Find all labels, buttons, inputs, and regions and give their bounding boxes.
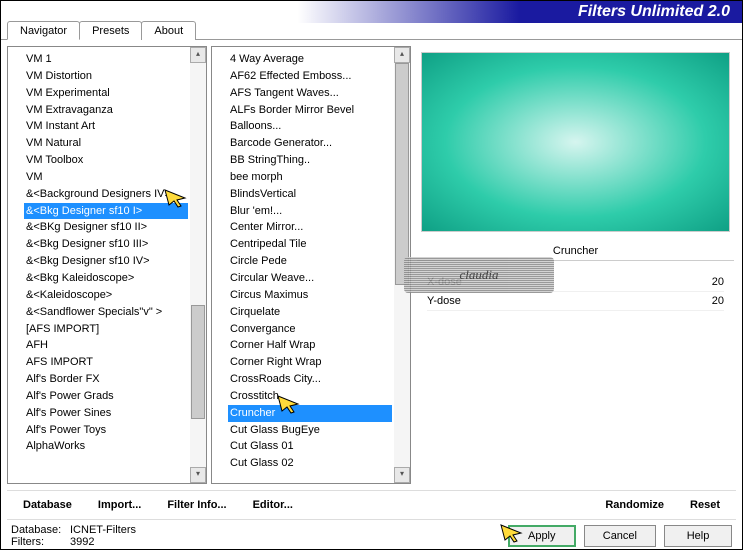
- editor-button[interactable]: Editor...: [245, 495, 301, 515]
- param-value: 20: [712, 276, 724, 288]
- category-list[interactable]: VM 1VM DistortionVM ExperimentalVM Extra…: [7, 46, 207, 484]
- list-item[interactable]: Corner Right Wrap: [228, 354, 392, 371]
- list-item[interactable]: VM 1: [24, 51, 188, 68]
- list-item[interactable]: Barcode Generator...: [228, 135, 392, 152]
- list-item[interactable]: Circle Pede: [228, 253, 392, 270]
- list-item[interactable]: Alf's Power Toys: [24, 422, 188, 439]
- list-item[interactable]: AFH: [24, 337, 188, 354]
- param-value: 20: [712, 295, 724, 307]
- list-item[interactable]: &<BKg Designer sf10 II>: [24, 219, 188, 236]
- list-item[interactable]: Alf's Border FX: [24, 371, 188, 388]
- list-item[interactable]: VM Distortion: [24, 68, 188, 85]
- app-title: Filters Unlimited 2.0: [578, 3, 730, 21]
- scroll-down-icon[interactable]: ▾: [190, 467, 206, 483]
- list-item[interactable]: Blur 'em!...: [228, 203, 392, 220]
- list-item[interactable]: Circus Maximus: [228, 287, 392, 304]
- status-database-label: Database:: [11, 524, 66, 536]
- list-item[interactable]: Cruncher: [228, 405, 392, 422]
- help-button[interactable]: Help: [664, 525, 732, 547]
- reset-button[interactable]: Reset: [682, 495, 728, 515]
- scrollbar[interactable]: ▴ ▾: [190, 47, 206, 483]
- list-item[interactable]: CrossRoads City...: [228, 371, 392, 388]
- status-bar: Database: ICNET-Filters Filters: 3992 Appl…: [1, 520, 742, 554]
- watermark: claudia: [404, 257, 554, 293]
- scroll-up-icon[interactable]: ▴: [190, 47, 206, 63]
- list-item[interactable]: AFS Tangent Waves...: [228, 85, 392, 102]
- list-item[interactable]: VM Instant Art: [24, 118, 188, 135]
- tab-presets[interactable]: Presets: [79, 21, 142, 40]
- list-item[interactable]: VM Toolbox: [24, 152, 188, 169]
- scroll-down-icon[interactable]: ▾: [394, 467, 410, 483]
- list-item[interactable]: AlphaWorks: [24, 438, 188, 455]
- list-item[interactable]: bee morph: [228, 169, 392, 186]
- list-item[interactable]: VM: [24, 169, 188, 186]
- status-database-value: ICNET-Filters: [70, 524, 136, 536]
- list-item[interactable]: BlindsVertical: [228, 186, 392, 203]
- filter-list[interactable]: 4 Way AverageAF62 Effected Emboss...AFS …: [211, 46, 411, 484]
- list-item[interactable]: BB StringThing..: [228, 152, 392, 169]
- list-item[interactable]: 4 Way Average: [228, 51, 392, 68]
- list-item[interactable]: Cut Glass 02: [228, 455, 392, 472]
- tab-navigator[interactable]: Navigator: [7, 21, 80, 40]
- title-bar: Filters Unlimited 2.0: [1, 1, 742, 23]
- filter-preview: [421, 52, 730, 232]
- list-item[interactable]: Circular Weave...: [228, 270, 392, 287]
- list-item[interactable]: VM Experimental: [24, 85, 188, 102]
- list-item[interactable]: Center Mirror...: [228, 219, 392, 236]
- database-button[interactable]: Database: [15, 495, 80, 515]
- param-row[interactable]: Y-dose 20: [427, 292, 724, 311]
- list-item[interactable]: ALFs Border Mirror Bevel: [228, 102, 392, 119]
- scroll-up-icon[interactable]: ▴: [394, 47, 410, 63]
- action-row: Database Import... Filter Info... Editor…: [7, 490, 736, 520]
- list-item[interactable]: Cut Glass 01: [228, 438, 392, 455]
- list-item[interactable]: &<Sandflower Specials"v" >: [24, 304, 188, 321]
- list-item[interactable]: &<Bkg Designer sf10 I>: [24, 203, 188, 220]
- list-item[interactable]: VM Extravaganza: [24, 102, 188, 119]
- list-item[interactable]: Alf's Power Grads: [24, 388, 188, 405]
- tab-about[interactable]: About: [141, 21, 196, 40]
- list-item[interactable]: Corner Half Wrap: [228, 337, 392, 354]
- list-item[interactable]: &<Bkg Designer sf10 III>: [24, 236, 188, 253]
- list-item[interactable]: Cut Glass BugEye: [228, 422, 392, 439]
- list-item[interactable]: AFS IMPORT: [24, 354, 188, 371]
- list-item[interactable]: &<Bkg Kaleidoscope>: [24, 270, 188, 287]
- status-filters-label: Filters:: [11, 536, 66, 548]
- list-item[interactable]: Alf's Power Sines: [24, 405, 188, 422]
- cancel-button[interactable]: Cancel: [584, 525, 656, 547]
- tab-strip: Navigator Presets About: [1, 21, 742, 40]
- filter-info-button[interactable]: Filter Info...: [159, 495, 234, 515]
- list-item[interactable]: &<Kaleidoscope>: [24, 287, 188, 304]
- list-item[interactable]: Crosstitch: [228, 388, 392, 405]
- main-panel: VM 1VM DistortionVM ExperimentalVM Extra…: [1, 40, 742, 490]
- randomize-button[interactable]: Randomize: [597, 495, 672, 515]
- import-button[interactable]: Import...: [90, 495, 149, 515]
- list-item[interactable]: Cirquelate: [228, 304, 392, 321]
- list-item[interactable]: Centripedal Tile: [228, 236, 392, 253]
- list-item[interactable]: AF62 Effected Emboss...: [228, 68, 392, 85]
- list-item[interactable]: VM Natural: [24, 135, 188, 152]
- param-label: Y-dose: [427, 295, 461, 307]
- apply-button[interactable]: Apply: [508, 525, 576, 547]
- list-item[interactable]: Balloons...: [228, 118, 392, 135]
- status-filters-value: 3992: [70, 536, 94, 548]
- list-item[interactable]: &<Bkg Designer sf10 IV>: [24, 253, 188, 270]
- list-item[interactable]: [AFS IMPORT]: [24, 321, 188, 338]
- list-item[interactable]: Convergance: [228, 321, 392, 338]
- list-item[interactable]: &<Background Designers IV>: [24, 186, 188, 203]
